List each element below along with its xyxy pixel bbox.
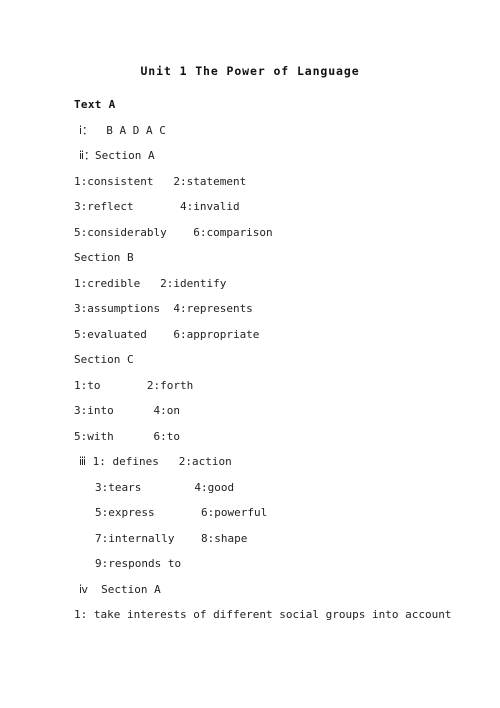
- answer-line: Section B: [74, 251, 134, 264]
- answer-line: 3:assumptions 4:represents: [74, 302, 253, 315]
- document-page: Unit 1 The Power of Language Text A ⅰ： B…: [0, 0, 500, 708]
- answer-line: 3:reflect 4:invalid: [74, 200, 240, 213]
- answer-line: ⅳ Section A: [79, 582, 161, 596]
- answer-line: Section C: [74, 353, 134, 366]
- document-body: Text A ⅰ： B A D A C ⅱ：Section A 1:consis…: [74, 92, 494, 628]
- answer-line: 3:into 4:on: [74, 404, 180, 417]
- answer-line: ⅲ 1: defines 2:action: [79, 455, 232, 468]
- answer-line: 1: take interests of different social gr…: [74, 608, 452, 621]
- answer-line: 5:considerably 6:comparison: [74, 225, 273, 239]
- answer-line: 3:tears 4:good: [95, 480, 235, 494]
- answer-line: 5:evaluated 6:appropriate: [74, 327, 260, 341]
- answer-line: 1:to 2:forth: [74, 378, 194, 392]
- answer-line: 1:consistent 2:statement: [74, 174, 247, 188]
- answer-line: 5:with 6:to: [74, 429, 180, 443]
- section-heading-text-a: Text A: [74, 98, 116, 111]
- answer-line: ⅰ： B A D A C: [79, 123, 166, 137]
- answer-line: 5:express 6:powerful: [95, 506, 268, 519]
- page-title: Unit 1 The Power of Language: [140, 64, 360, 78]
- answer-line: ⅱ：Section A: [79, 149, 155, 162]
- answer-line: 1:credible 2:identify: [74, 276, 227, 290]
- answer-line: 9:responds to: [95, 557, 182, 570]
- answer-line: 7:internally 8:shape: [95, 531, 248, 545]
